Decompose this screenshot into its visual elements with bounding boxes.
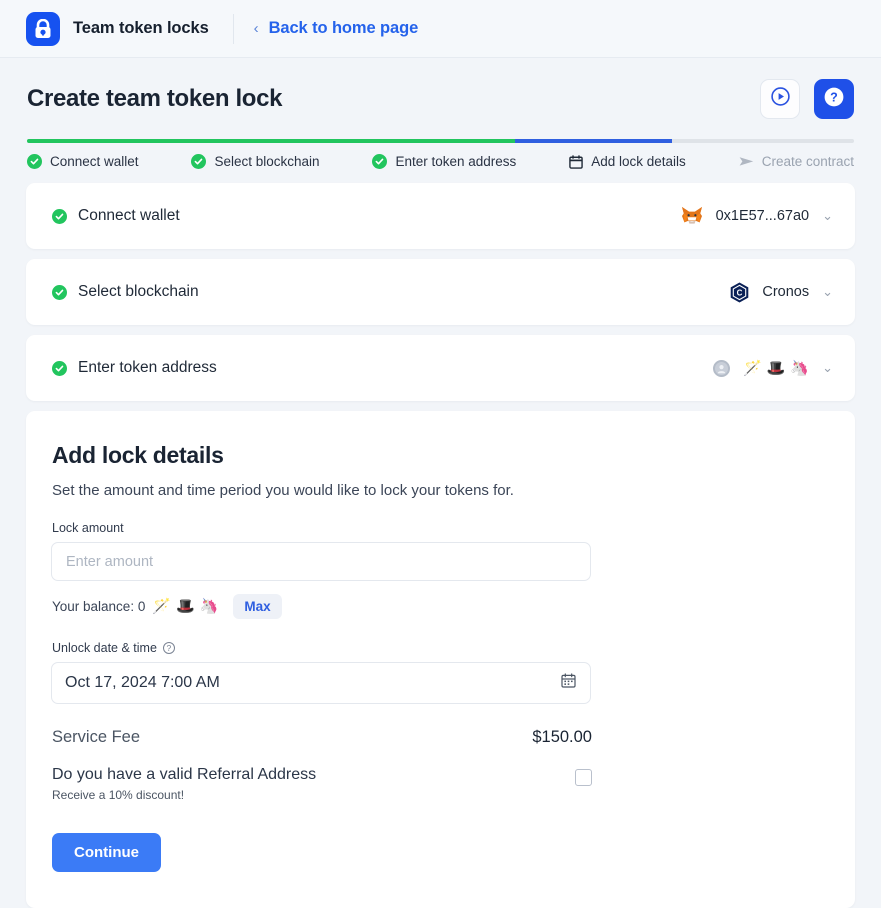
- step-connect-wallet[interactable]: Connect wallet: [27, 154, 139, 169]
- panel-title: Add lock details: [52, 442, 224, 468]
- check-circle-icon: [52, 360, 67, 376]
- add-lock-details-panel: Add lock details Set the amount and time…: [26, 411, 855, 908]
- step-label: Select blockchain: [214, 154, 320, 169]
- referral-checkbox[interactable]: [575, 769, 592, 786]
- token-emoji: 🎩: [766, 359, 786, 377]
- help-button[interactable]: ?: [814, 79, 854, 119]
- brand[interactable]: Team token locks: [26, 11, 209, 46]
- check-circle-icon: [52, 208, 67, 224]
- token-emoji-row: 🪄 🎩 🦄: [743, 361, 809, 376]
- unlock-date-label: Unlock date & time ?: [52, 641, 825, 655]
- lock-amount-label: Lock amount: [52, 521, 825, 535]
- lock-amount-label-text: Lock amount: [52, 521, 124, 535]
- accordion-left: Connect wallet: [52, 207, 180, 225]
- metamask-fox-icon: [681, 206, 703, 226]
- question-mark-icon: ?: [823, 86, 845, 113]
- token-logo-icon: [713, 359, 731, 377]
- page-header: Create team token lock ?: [0, 58, 881, 119]
- check-circle-icon: [372, 154, 388, 169]
- chevron-down-icon[interactable]: ⌄: [822, 360, 833, 376]
- accordion-value: 0x1E57...67a0: [715, 208, 810, 224]
- accordion-enter-token-address[interactable]: Enter token address 🪄 🎩 🦄 ⌄: [26, 335, 855, 401]
- nav-divider: [232, 13, 234, 44]
- balance-token-emoji: 🎩: [176, 597, 195, 615]
- chevron-left-icon: ‹: [253, 20, 259, 37]
- step-label: Connect wallet: [50, 154, 139, 169]
- tutorial-video-button[interactable]: [760, 79, 800, 119]
- panel-subtitle: Set the amount and time period you would…: [52, 482, 514, 499]
- service-fee-row: Service Fee $150.00: [52, 728, 592, 747]
- progress-complete-segment: [27, 139, 515, 143]
- balance-label: Your balance: 0: [52, 598, 146, 614]
- cronos-logo-icon: C: [730, 282, 749, 303]
- accordion-right: 🪄 🎩 🦄 ⌄: [713, 359, 833, 377]
- header-actions: ?: [760, 79, 854, 119]
- check-circle-icon: [191, 154, 207, 169]
- token-emoji: 🪄: [743, 359, 762, 377]
- accordion-select-blockchain[interactable]: Select blockchain C Cronos ⌄: [26, 259, 855, 325]
- step-select-blockchain[interactable]: Select blockchain: [191, 154, 320, 169]
- check-circle-icon: [27, 154, 42, 169]
- step-label: Add lock details: [591, 154, 686, 169]
- max-button[interactable]: Max: [233, 593, 282, 619]
- accordion-right: C Cronos ⌄: [730, 282, 833, 303]
- accordion-title: Enter token address: [78, 359, 217, 376]
- unlock-date-label-text: Unlock date & time: [52, 641, 157, 655]
- chevron-down-icon[interactable]: ⌄: [822, 208, 833, 224]
- referral-title: Do you have a valid Referral Address: [52, 766, 317, 783]
- accordion-title: Select blockchain: [78, 283, 199, 300]
- balance-token-emoji: 🦄: [199, 597, 219, 615]
- balance-token-emoji: 🪄: [152, 597, 172, 615]
- unlock-date-value: Oct 17, 2024 7:00 AM: [65, 674, 220, 691]
- progress-bar: [27, 139, 854, 143]
- referral-subtitle: Receive a 10% discount!: [52, 788, 185, 802]
- unlock-date-input[interactable]: Oct 17, 2024 7:00 AM: [51, 662, 591, 704]
- accordion-right: 0x1E57...67a0 ⌄: [681, 206, 833, 226]
- service-fee-label: Service Fee: [52, 728, 141, 746]
- accordion-connect-wallet[interactable]: Connect wallet 0x1E57...67a0 ⌄: [26, 183, 855, 249]
- service-fee-value: $150.00: [532, 728, 592, 746]
- accordion-value: Cronos: [762, 284, 810, 300]
- play-circle-icon: [770, 86, 791, 112]
- step-add-lock-details[interactable]: Add lock details: [569, 154, 686, 169]
- step-create-contract[interactable]: Create contract: [739, 154, 854, 169]
- back-link-label: Back to home page: [268, 19, 419, 37]
- svg-text:?: ?: [830, 90, 838, 104]
- accordion-left: Select blockchain: [52, 283, 199, 301]
- balance-token-emojis: 🪄 🎩 🦄: [152, 599, 218, 614]
- top-navbar: Team token locks ‹ Back to home page: [0, 0, 881, 58]
- question-circle-icon[interactable]: ?: [162, 642, 175, 654]
- step-label: Create contract: [761, 154, 854, 169]
- send-icon: [739, 155, 754, 168]
- accordion-left: Enter token address: [52, 359, 217, 377]
- referral-row: Do you have a valid Referral Address Rec…: [52, 766, 592, 802]
- check-circle-icon: [52, 284, 67, 300]
- token-emoji: 🦄: [790, 359, 810, 377]
- continue-button[interactable]: Continue: [52, 833, 161, 872]
- step-list: Connect wallet Select blockchain Enter tok…: [27, 154, 854, 169]
- stepper: Connect wallet Select blockchain Enter tok…: [27, 139, 854, 169]
- step-enter-token-address[interactable]: Enter token address: [372, 154, 516, 169]
- lock-icon: [26, 11, 60, 46]
- accordion-title: Connect wallet: [78, 207, 180, 224]
- page-title: Create team token lock: [27, 85, 283, 112]
- referral-text-group: Do you have a valid Referral Address Rec…: [52, 766, 316, 802]
- svg-text:C: C: [737, 288, 743, 297]
- lock-amount-input[interactable]: [51, 542, 591, 581]
- progress-current-segment: [514, 139, 673, 143]
- completed-steps-cards: Connect wallet 0x1E57...67a0 ⌄ Select block…: [26, 183, 855, 401]
- calendar-icon[interactable]: [561, 673, 576, 693]
- back-to-home-link[interactable]: ‹ Back to home page: [254, 19, 419, 38]
- step-label: Enter token address: [395, 154, 517, 169]
- calendar-icon: [569, 154, 583, 169]
- chevron-down-icon[interactable]: ⌄: [822, 284, 833, 300]
- brand-name: Team token locks: [73, 19, 209, 37]
- balance-row: Your balance: 0 🪄 🎩 🦄 Max: [52, 593, 825, 619]
